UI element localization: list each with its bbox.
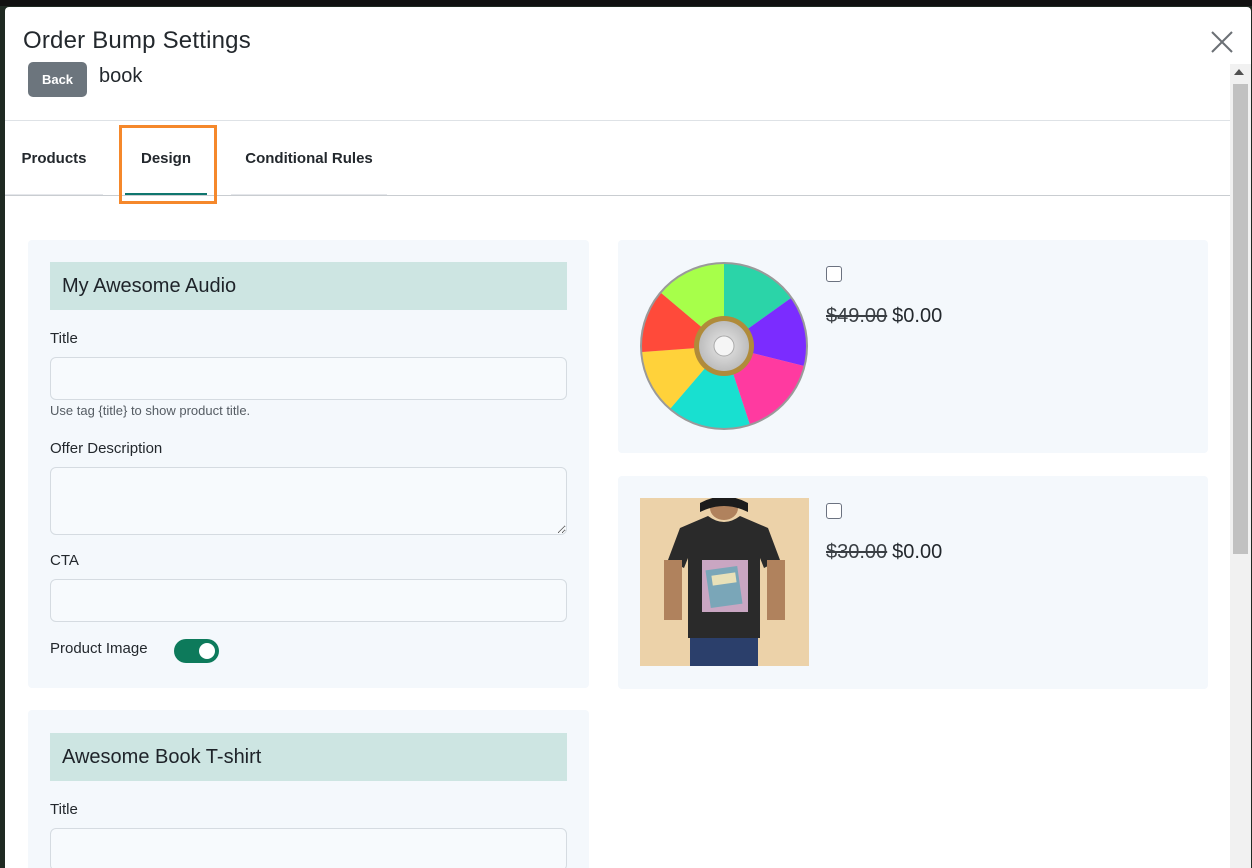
- tab-conditional-rules[interactable]: Conditional Rules: [231, 121, 387, 195]
- back-button[interactable]: Back: [28, 62, 87, 97]
- price-row-2: $30.00 $0.00: [826, 541, 942, 564]
- bump-preview-card: $49.00 $0.00: [618, 240, 1208, 453]
- add-bump-checkbox[interactable]: [826, 266, 842, 282]
- bump-settings-panel-2: Awesome Book T-shirt Title: [28, 710, 589, 868]
- tab-products-label: Products: [21, 149, 87, 167]
- tab-bar: Products Design Conditional Rules: [5, 121, 1230, 196]
- offer-price: $0.00: [892, 305, 943, 327]
- modal-title: Order Bump Settings: [23, 27, 251, 54]
- bump-heading: My Awesome Audio: [50, 262, 567, 310]
- product-image-label: Product Image: [50, 640, 148, 657]
- tab-design[interactable]: Design: [125, 121, 207, 195]
- close-icon: [1211, 31, 1233, 53]
- tab-products[interactable]: Products: [5, 121, 103, 195]
- price-row: $49.00 $0.00: [826, 305, 942, 328]
- scroll-up-arrow-icon[interactable]: [1234, 69, 1244, 75]
- scrollbar-thumb[interactable]: [1233, 84, 1248, 554]
- title-input[interactable]: [50, 357, 567, 400]
- title-label: Title: [50, 330, 78, 347]
- title-help-text: Use tag {title} to show product title.: [50, 403, 251, 418]
- original-price: $49.00: [826, 305, 888, 327]
- offer-description-label: Offer Description: [50, 440, 163, 457]
- bump-preview-card-2: $30.00 $0.00: [618, 476, 1208, 689]
- tshirt-image: [640, 498, 809, 666]
- tab-design-label: Design: [140, 149, 191, 167]
- active-tab-indicator: [125, 193, 207, 195]
- product-name: book: [99, 65, 143, 87]
- bump-settings-panel: My Awesome Audio Title Use tag {title} t…: [28, 240, 589, 688]
- toggle-knob: [199, 643, 215, 659]
- add-bump-checkbox-2[interactable]: [826, 503, 842, 519]
- title-label-2: Title: [50, 801, 78, 818]
- close-button[interactable]: [1209, 29, 1235, 55]
- backdrop: [0, 0, 1252, 6]
- tab-rules-underline: [231, 194, 387, 195]
- tab-products-underline: [5, 194, 103, 195]
- cta-label: CTA: [50, 552, 79, 569]
- bump-heading-2: Awesome Book T-shirt: [50, 733, 567, 781]
- offer-price-2: $0.00: [892, 541, 943, 563]
- cd-disc-image: [640, 262, 808, 430]
- order-bump-modal: Order Bump Settings Back book Products D…: [5, 7, 1251, 868]
- title-input-2[interactable]: [50, 828, 567, 868]
- cta-input[interactable]: [50, 579, 567, 622]
- original-price-2: $30.00: [826, 541, 888, 563]
- product-image-toggle[interactable]: [174, 639, 219, 663]
- tab-conditional-rules-label: Conditional Rules: [245, 149, 373, 167]
- offer-description-textarea[interactable]: [50, 467, 567, 535]
